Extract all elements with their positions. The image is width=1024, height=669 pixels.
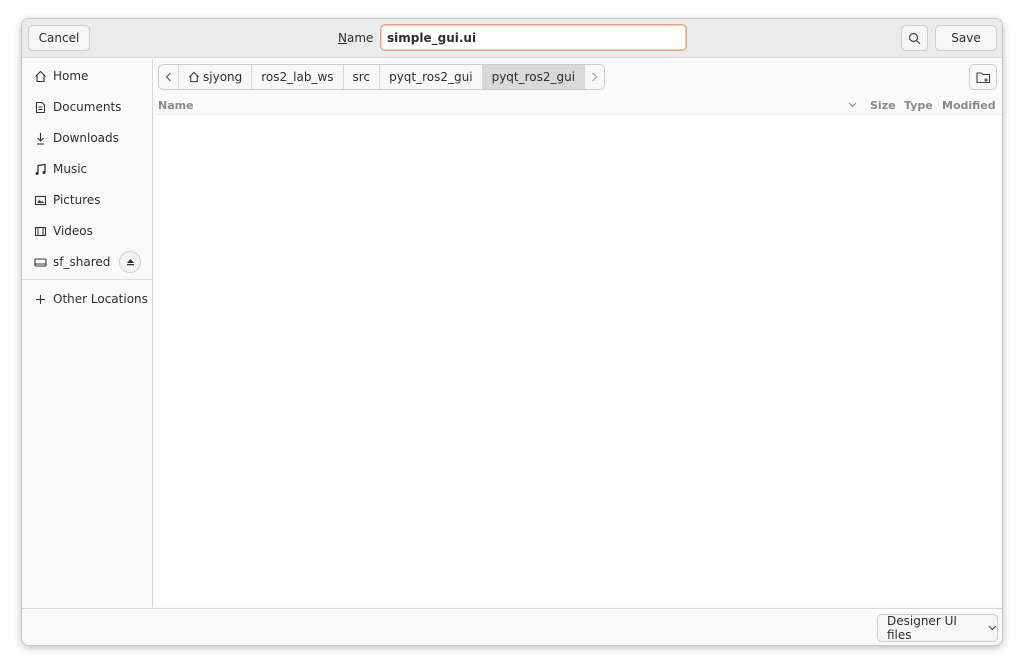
path-crumb-home[interactable]: sjyong	[179, 65, 253, 89]
sidebar-item-label: Videos	[53, 224, 93, 238]
sidebar-item-home[interactable]: Home	[22, 62, 153, 90]
sidebar-item-label: Pictures	[53, 193, 101, 207]
pictures-icon	[33, 193, 47, 207]
sidebar-item-music[interactable]: Music	[22, 155, 153, 183]
path-crumb[interactable]: ros2_lab_ws	[252, 65, 344, 89]
music-icon	[33, 162, 47, 176]
path-crumb-label: sjyong	[203, 70, 243, 84]
path-crumb[interactable]: src	[344, 65, 381, 89]
path-scroll-left-button[interactable]	[159, 65, 179, 89]
chevron-left-icon	[165, 72, 171, 82]
new-folder-icon	[975, 71, 990, 83]
filter-label: Designer UI files	[887, 614, 957, 642]
file-list-header: Name Size Type Modified	[154, 95, 1002, 115]
header-bar: Cancel Name Save	[22, 19, 1002, 58]
document-icon	[33, 100, 47, 114]
eject-icon	[126, 259, 134, 266]
search-button[interactable]	[901, 25, 928, 51]
new-folder-button[interactable]	[969, 64, 997, 90]
sidebar-item-other-locations[interactable]: Other Locations	[22, 285, 153, 313]
home-icon	[33, 69, 47, 83]
save-file-dialog: Cancel Name Save Home Documents Download…	[21, 18, 1003, 646]
file-type-filter-dropdown[interactable]: Designer UI files	[877, 614, 998, 642]
plus-icon	[33, 292, 47, 306]
drive-icon	[33, 255, 47, 269]
filename-input[interactable]	[380, 24, 687, 51]
sidebar-item-downloads[interactable]: Downloads	[22, 124, 153, 152]
path-crumb-current[interactable]: pyqt_ros2_gui	[482, 65, 586, 89]
path-crumb[interactable]: pyqt_ros2_gui	[380, 65, 483, 89]
sidebar-divider	[22, 279, 153, 280]
chevron-down-icon	[988, 625, 997, 631]
sidebar-item-label: Music	[53, 162, 88, 176]
home-icon	[189, 71, 199, 83]
column-size[interactable]: Size	[870, 99, 896, 112]
places-sidebar: Home Documents Downloads Music Pictures …	[22, 59, 153, 607]
column-type[interactable]: Type	[904, 99, 933, 112]
sidebar-item-label: sf_shared	[53, 255, 111, 269]
save-button[interactable]: Save	[935, 25, 997, 51]
download-icon	[33, 131, 47, 145]
footer-bar: Designer UI files	[22, 608, 1002, 645]
path-scroll-right-button[interactable]	[585, 65, 604, 89]
chevron-down-icon	[848, 102, 857, 108]
path-bar: sjyong ros2_lab_ws src pyqt_ros2_gui pyq…	[158, 64, 606, 90]
column-modified[interactable]: Modified	[942, 99, 996, 112]
column-name[interactable]: Name	[158, 99, 194, 112]
sidebar-item-pictures[interactable]: Pictures	[22, 186, 153, 214]
videos-icon	[33, 224, 47, 238]
cancel-button[interactable]: Cancel	[28, 25, 90, 51]
sidebar-item-documents[interactable]: Documents	[22, 93, 153, 121]
chevron-right-icon	[592, 72, 598, 82]
search-icon	[908, 32, 921, 44]
file-list[interactable]	[154, 116, 1002, 607]
sidebar-item-label: Documents	[53, 100, 122, 114]
sidebar-item-label: Home	[53, 69, 89, 83]
name-label: Name	[338, 31, 374, 45]
sidebar-item-sf-shared[interactable]: sf_shared	[22, 248, 153, 276]
sidebar-item-videos[interactable]: Videos	[22, 217, 153, 245]
sidebar-item-label: Downloads	[53, 131, 119, 145]
sidebar-item-label: Other Locations	[53, 292, 148, 306]
eject-button[interactable]	[119, 251, 141, 273]
